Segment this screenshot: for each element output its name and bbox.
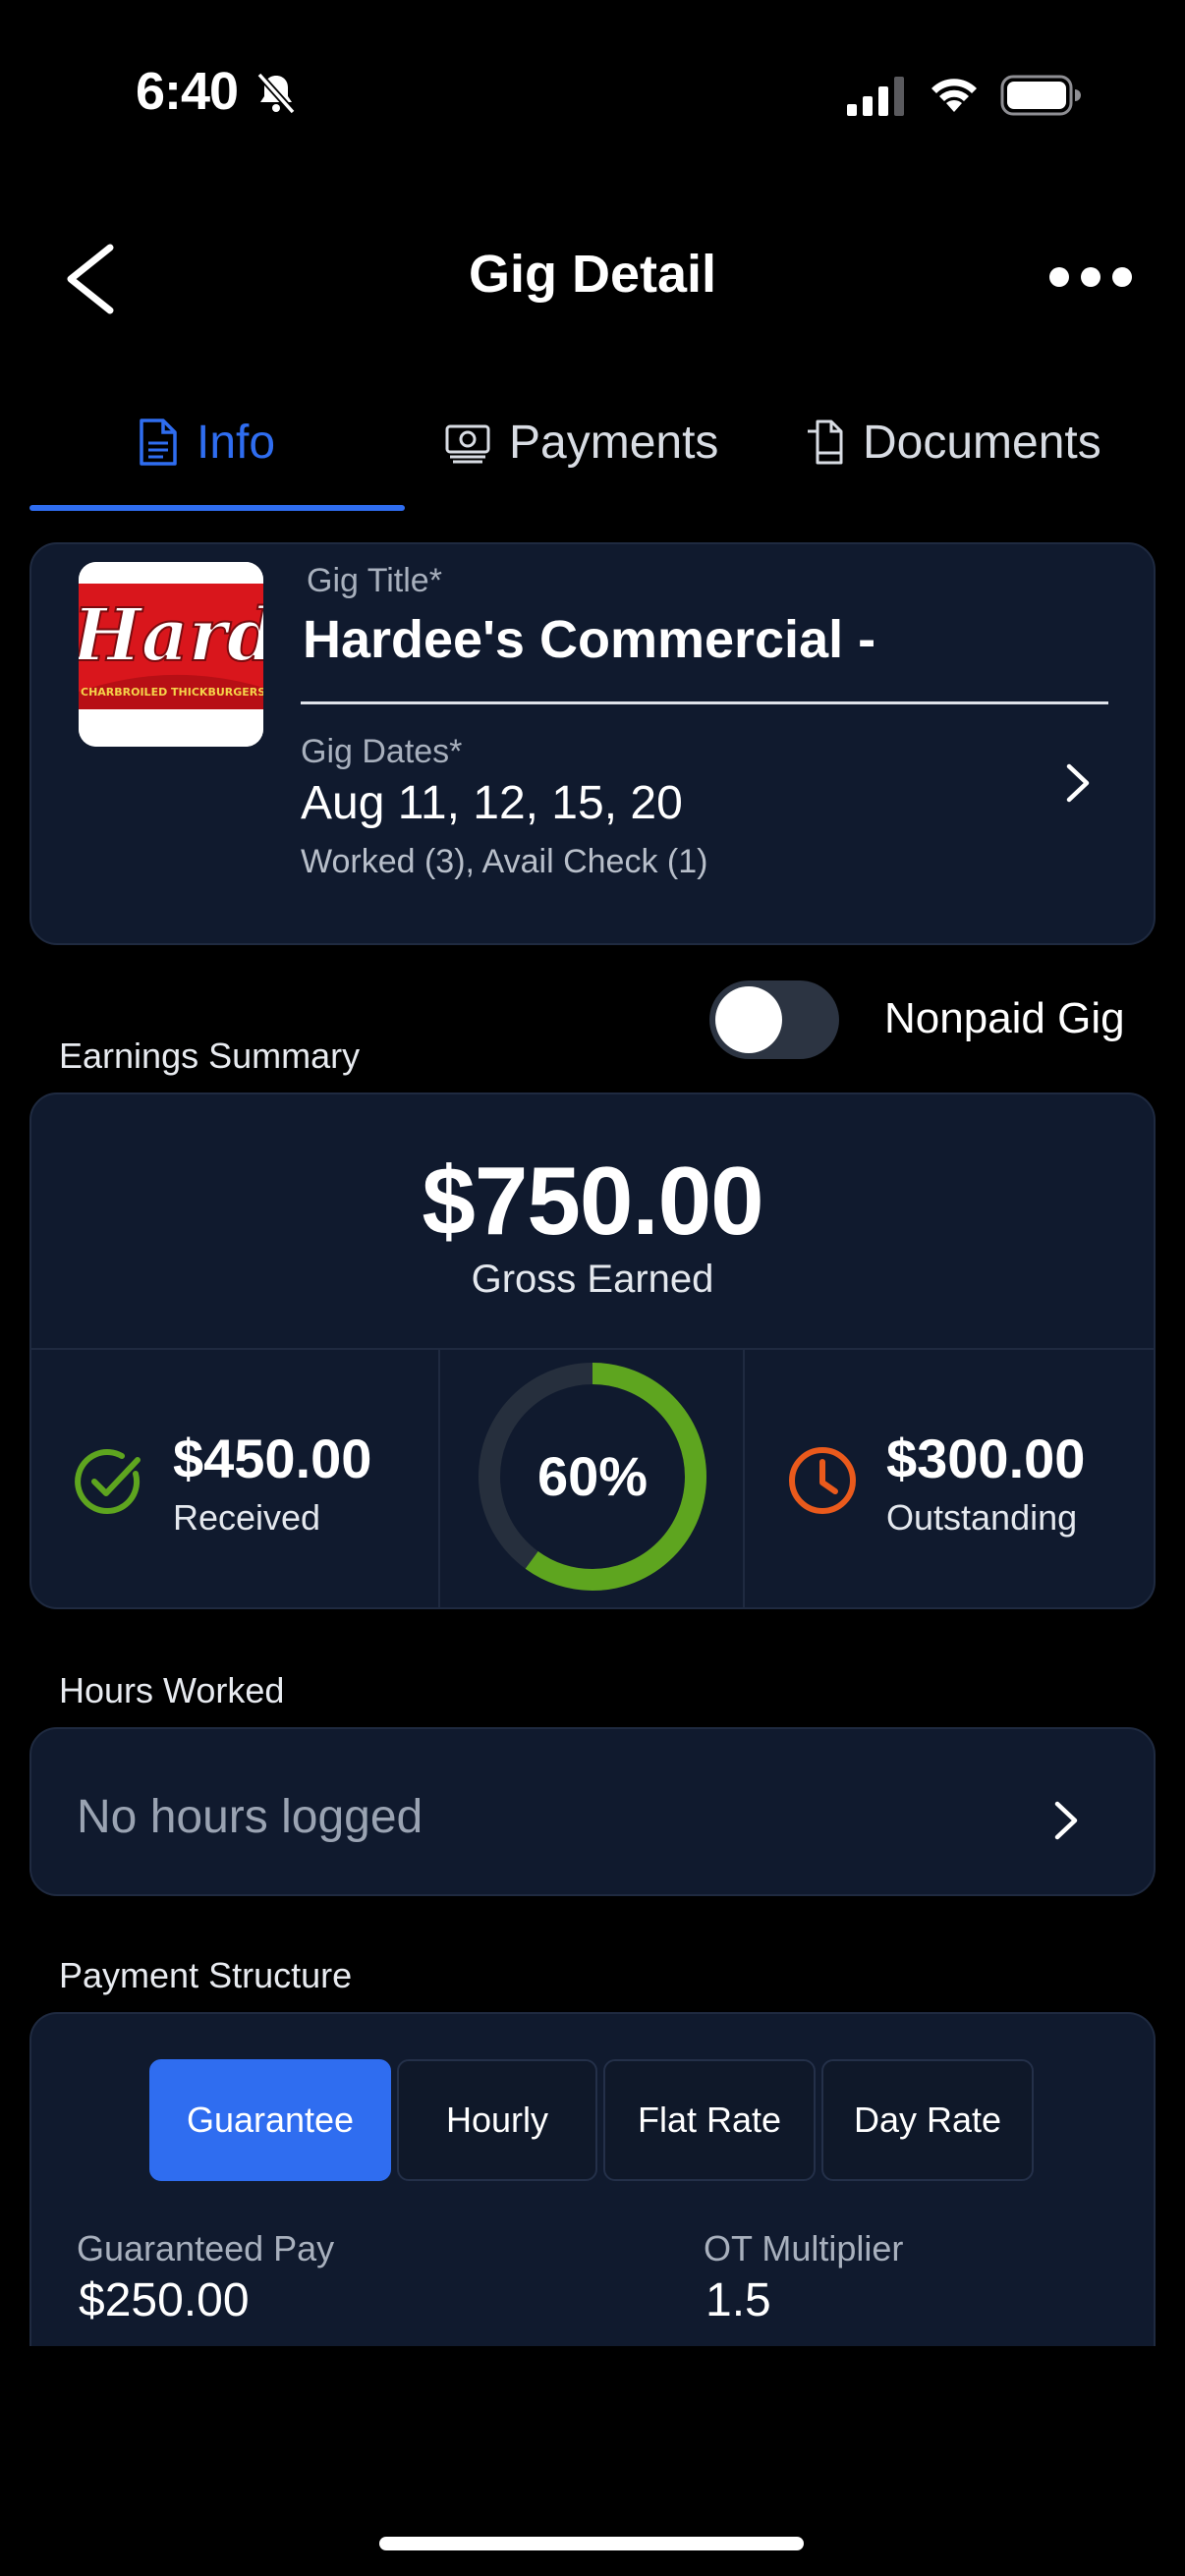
divider xyxy=(438,1350,440,1607)
gig-title-label: Gig Title* xyxy=(307,562,442,599)
ot-multiplier-label: OT Multiplier xyxy=(704,2228,904,2268)
gig-title-field[interactable]: Hardee's Commercial - xyxy=(303,609,875,670)
tab-payments[interactable]: Payments xyxy=(444,403,718,481)
guaranteed-pay-input[interactable]: $250.00 xyxy=(79,2273,250,2327)
svg-text:CHARBROILED THICKBURGERS: CHARBROILED THICKBURGERS xyxy=(81,686,263,699)
segment-flat-rate[interactable]: Flat Rate xyxy=(603,2059,816,2181)
outstanding-label: Outstanding xyxy=(886,1497,1078,1538)
tab-info-label: Info xyxy=(197,416,276,469)
ot-multiplier-input[interactable]: 1.5 xyxy=(705,2273,771,2327)
hardees-logo-image: Hardee CHARBROILED THICKBURGERS xyxy=(79,562,263,747)
cellular-signal-icon xyxy=(847,77,904,116)
received-label: Received xyxy=(173,1497,321,1538)
gig-dates-value[interactable]: Aug 11, 12, 15, 20 xyxy=(301,776,683,830)
segment-guarantee[interactable]: Guarantee xyxy=(149,2059,391,2181)
wifi-icon xyxy=(931,79,977,112)
segment-day-rate[interactable]: Day Rate xyxy=(821,2059,1034,2181)
received-value: $450.00 xyxy=(173,1428,372,1489)
tab-payments-label: Payments xyxy=(509,416,719,469)
chevron-right-icon[interactable] xyxy=(1051,1796,1081,1845)
tab-info[interactable]: Info xyxy=(136,403,275,481)
segment-hourly[interactable]: Hourly xyxy=(397,2059,597,2181)
gig-logo: Hardee CHARBROILED THICKBURGERS xyxy=(79,562,263,747)
status-time: 6:40 xyxy=(136,62,239,121)
gross-earned-value: $750.00 xyxy=(422,1147,763,1255)
gig-title-underline xyxy=(301,701,1108,704)
svg-text:Hardee: Hardee xyxy=(79,593,263,678)
percent-received: 60% xyxy=(536,1445,649,1507)
gig-dates-label: Gig Dates* xyxy=(301,733,463,770)
more-options-icon[interactable] xyxy=(1045,257,1136,297)
no-hours-text: No hours logged xyxy=(77,1791,423,1843)
nonpaid-gig-label: Nonpaid Gig xyxy=(884,994,1125,1042)
documents-icon xyxy=(808,420,843,465)
tab-documents-label: Documents xyxy=(863,416,1101,469)
home-indicator xyxy=(379,2537,804,2550)
clock-icon xyxy=(789,1447,856,1514)
gross-earned-label: Gross Earned xyxy=(471,1258,714,1301)
hours-worked-heading: Hours Worked xyxy=(59,1670,285,1710)
divider xyxy=(31,1348,1154,1350)
battery-icon xyxy=(1000,75,1081,116)
chevron-right-icon[interactable] xyxy=(1063,758,1093,808)
divider xyxy=(743,1350,745,1607)
cash-icon xyxy=(445,424,490,464)
bell-muted-icon xyxy=(256,72,296,115)
document-icon xyxy=(140,419,177,466)
earnings-summary-heading: Earnings Summary xyxy=(59,1036,361,1076)
active-tab-indicator xyxy=(29,505,405,511)
check-circle-icon xyxy=(75,1449,141,1514)
page-title: Gig Detail xyxy=(468,245,717,304)
payment-structure-heading: Payment Structure xyxy=(59,1955,353,1995)
tab-documents[interactable]: Documents xyxy=(804,403,1101,481)
gig-dates-summary: Worked (3), Avail Check (1) xyxy=(301,843,708,880)
outstanding-value: $300.00 xyxy=(886,1428,1086,1489)
toggle-knob xyxy=(715,986,782,1053)
guaranteed-pay-label: Guaranteed Pay xyxy=(77,2228,335,2268)
